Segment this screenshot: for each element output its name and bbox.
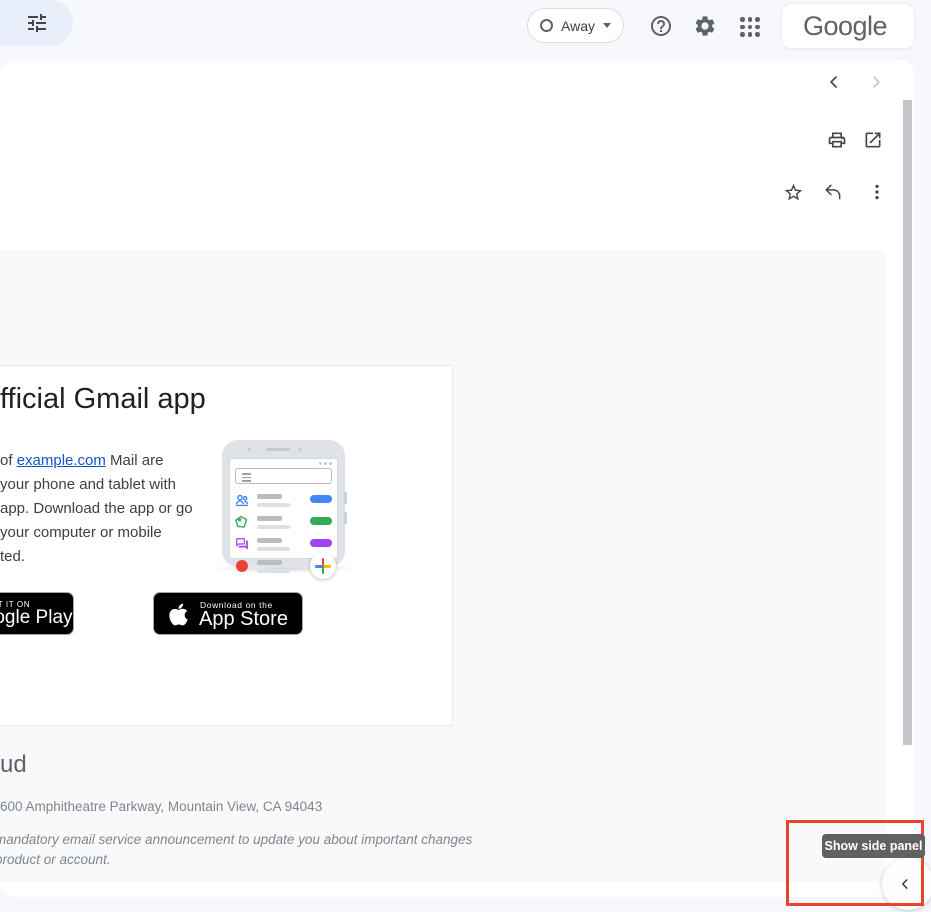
phone-side-button [344,512,347,524]
status-selector[interactable]: Away [527,8,624,43]
paragraph-line: your computer or mobile [0,521,193,545]
phone-statusbar-icons [319,462,332,465]
email-paragraph: of example.com Mail are your phone and t… [0,449,193,569]
red-dot-icon [236,560,248,572]
phone-speaker [266,448,290,451]
paragraph-line: ted. [0,545,193,569]
print-button[interactable] [827,130,847,150]
email-footer-note: mandatory email service announcement to … [0,830,472,870]
app-store-badge[interactable]: Download on the App Store [153,592,303,635]
annotation-rectangle [786,820,924,906]
phone-illustration [222,440,345,567]
status-away-icon [540,19,553,32]
apple-logo-icon [168,602,189,627]
newer-email-button[interactable] [824,72,844,92]
example-link[interactable]: example.com [17,452,106,469]
phone-camera-dot [298,448,301,451]
open-in-new-button[interactable] [863,130,883,150]
contacts-icon [235,493,249,507]
blue-pill [310,495,332,503]
hamburger-icon [242,473,251,484]
tune-icon [25,11,49,35]
phone-list-row [235,515,334,531]
paragraph-line: app. Download the app or go [0,497,193,521]
star-button[interactable] [783,182,804,203]
google-play-badge[interactable]: GET IT ON Google Play [0,592,74,635]
paragraph-line: of example.com Mail are [0,449,193,473]
chevron-down-icon [603,23,611,28]
purple-pill [310,539,332,547]
email-heading: fficial Gmail app [0,383,206,416]
paragraph-line: your phone and tablet with [0,473,193,497]
phone-list-row [235,493,334,509]
older-email-button[interactable] [866,72,886,92]
phone-list-row [235,559,334,575]
chat-icon [235,537,249,551]
phone-screen [229,458,338,559]
reply-button[interactable] [823,182,843,202]
google-apps-button[interactable] [739,16,761,38]
email-footer-brand: ud [0,751,27,779]
phone-camera-dot [248,448,251,451]
phone-side-button [344,492,347,504]
green-pill [310,517,332,525]
label-icon [235,515,249,529]
help-button[interactable] [649,14,673,38]
more-options-button[interactable] [868,183,886,201]
settings-gear-button[interactable] [693,14,717,38]
compose-fab-icon [310,553,336,579]
phone-search-bar [235,468,332,484]
status-label: Away [561,18,595,34]
phone-list-row [235,537,334,553]
gmail-window: { "header": { "status_label": "Away", "l… [0,0,931,912]
scrollbar[interactable] [903,100,912,745]
email-footer-address: 600 Amphitheatre Parkway, Mountain View,… [0,799,322,814]
search-options-button[interactable] [0,0,73,46]
google-logo: Google [803,11,887,42]
google-account-card[interactable]: Google [781,3,915,49]
show-side-panel-tooltip: Show side panel [822,834,925,858]
